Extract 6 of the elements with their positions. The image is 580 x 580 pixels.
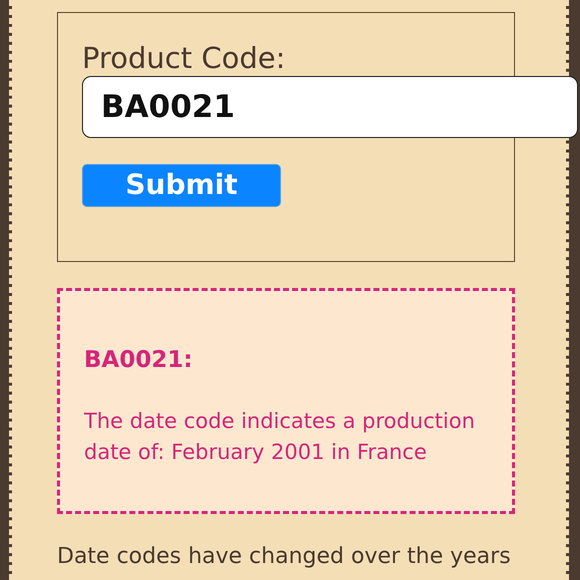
- submit-button[interactable]: Submit: [82, 164, 281, 207]
- result-message: The date code indicates a production date of: February 2001 in France: [84, 408, 476, 466]
- info-text: Date codes have changed over the years: [57, 543, 512, 571]
- product-code-field[interactable]: BA0021: [82, 76, 578, 138]
- result-title: BA0021:: [84, 346, 194, 375]
- field-label: Product Code:: [82, 41, 286, 76]
